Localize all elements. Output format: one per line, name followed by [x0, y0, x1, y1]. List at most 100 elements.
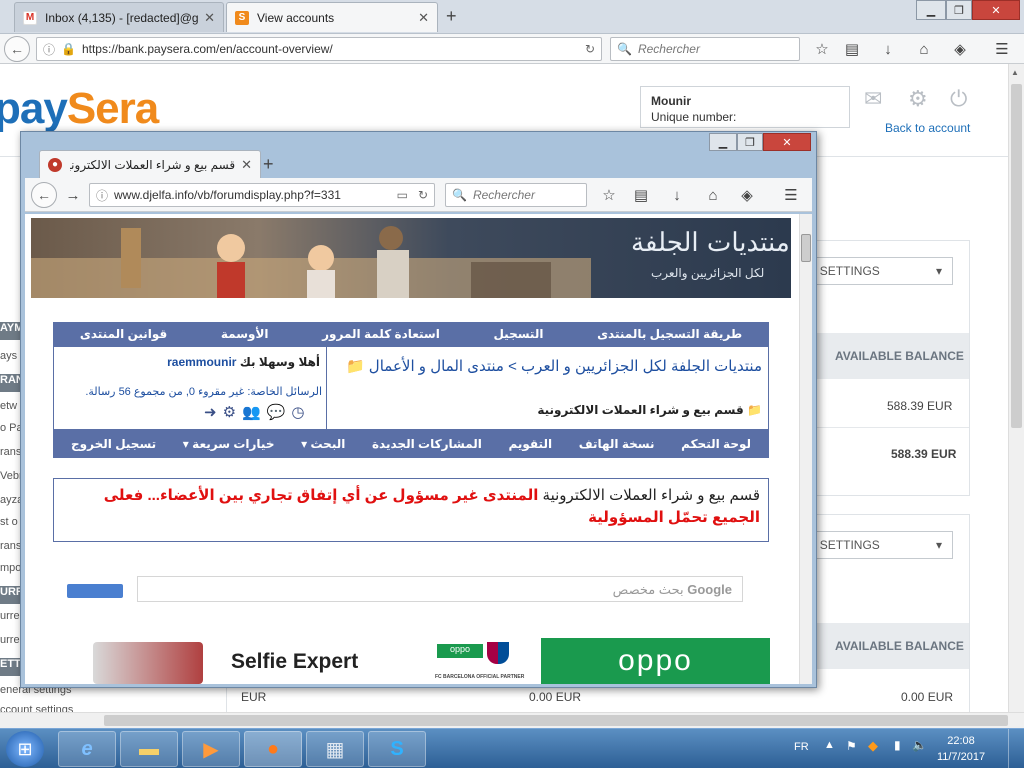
- explorer-icon[interactable]: ▬: [120, 731, 178, 767]
- network-icon[interactable]: ▮: [894, 738, 901, 752]
- nav-register[interactable]: التسجيل: [493, 327, 543, 341]
- scroll-thumb[interactable]: [801, 234, 811, 262]
- scroll-thumb[interactable]: [1011, 84, 1022, 428]
- fcb-crest-icon: [487, 642, 509, 664]
- download-icon[interactable]: ↓: [876, 37, 900, 61]
- minimize-button[interactable]: ▁: [916, 0, 946, 20]
- forum-browser-window: ▁ ❐ ✕ ● قسم بيع و شراء العملات الالكترون…: [20, 131, 817, 688]
- close-icon[interactable]: ✕: [418, 10, 429, 26]
- clock-icon[interactable]: ◷: [291, 404, 310, 421]
- sidebar-item[interactable]: rans: [0, 540, 22, 552]
- sidebar-item[interactable]: Vebr: [0, 470, 22, 482]
- breadcrumb-section[interactable]: منتدى المال و الأعمال: [369, 358, 504, 375]
- tab-gmail[interactable]: M Inbox (4,135) - [redacted]@gmai ✕: [14, 2, 224, 32]
- back-button[interactable]: ←: [31, 182, 57, 208]
- nav-logout[interactable]: تسجيل الخروج: [71, 437, 156, 451]
- skype-icon[interactable]: S: [368, 731, 426, 767]
- language-indicator[interactable]: FR: [794, 741, 809, 753]
- tray-expand-icon[interactable]: ▲: [824, 739, 835, 751]
- home-icon[interactable]: ⌂: [912, 37, 936, 61]
- forward-icon[interactable]: →: [61, 183, 85, 207]
- tab-view-accounts[interactable]: S View accounts ✕: [226, 2, 438, 32]
- nav-medals[interactable]: الأوسمة: [221, 327, 269, 341]
- breadcrumb-current: 📁 قسم بيع و شراء العملات الالكترونية: [336, 403, 762, 417]
- volume-icon[interactable]: 🔈: [912, 738, 927, 752]
- pocket-icon[interactable]: ◈: [735, 183, 759, 207]
- sidebar-item[interactable]: mpo: [0, 562, 22, 574]
- download-icon[interactable]: ↓: [665, 183, 689, 207]
- firefox-icon[interactable]: ●: [244, 731, 302, 767]
- sidebar-item[interactable]: st o: [0, 516, 22, 528]
- mail-icon[interactable]: ✉: [864, 86, 882, 112]
- pocket-icon[interactable]: ◈: [948, 37, 972, 61]
- vertical-scrollbar[interactable]: [799, 214, 812, 684]
- settings-icon[interactable]: ⚙: [223, 404, 242, 421]
- search-input[interactable]: 🔍 Rechercher: [610, 37, 800, 61]
- show-desktop-button[interactable]: [1008, 729, 1024, 769]
- close-icon[interactable]: ✕: [241, 157, 252, 173]
- bookmark-star-icon[interactable]: ☆: [810, 37, 834, 61]
- reload-icon[interactable]: ↻: [585, 42, 595, 56]
- library-icon[interactable]: ▤: [840, 37, 864, 61]
- horizontal-scrollbar[interactable]: [0, 712, 1024, 728]
- nav-registration-guide[interactable]: طريقة التسجيل بالمنتدى: [597, 327, 742, 341]
- nav-quick-options[interactable]: خيارات سريعة ▾: [183, 437, 275, 451]
- info-icon[interactable]: ⓘ: [43, 41, 55, 58]
- reader-view-icon[interactable]: ▭: [397, 188, 408, 202]
- messages-icon[interactable]: 💬: [267, 404, 292, 421]
- start-icon[interactable]: ⊞: [6, 731, 44, 767]
- flag-icon[interactable]: ⚑: [846, 739, 857, 753]
- sidebar-item[interactable]: ays: [0, 350, 22, 362]
- url-bar[interactable]: ⓘ 🔒 https://bank.paysera.com/en/account-…: [36, 37, 602, 61]
- close-icon[interactable]: ✕: [204, 10, 215, 26]
- logout-icon[interactable]: ➜: [204, 404, 223, 421]
- reload-icon[interactable]: ↻: [418, 188, 428, 202]
- nav-search[interactable]: البحث ▾: [301, 437, 345, 451]
- antivirus-icon[interactable]: ◆: [868, 738, 878, 754]
- url-bar[interactable]: ⓘ www.djelfa.info/vb/forumdisplay.php?f=…: [89, 183, 435, 207]
- nav-new-posts[interactable]: المشاركات الجديدة: [372, 437, 482, 451]
- close-window-button[interactable]: ✕: [972, 0, 1020, 20]
- private-messages[interactable]: الرسائل الخاصة: غير مقروء 0, من مجموع 56…: [60, 385, 322, 398]
- nav-control-panel[interactable]: لوحة التحكم: [681, 437, 751, 451]
- sidebar-item[interactable]: etw: [0, 400, 22, 412]
- media-icon[interactable]: ▶: [182, 731, 240, 767]
- sidebar-item[interactable]: urre: [0, 610, 22, 622]
- search-input[interactable]: 🔍 Rechercher: [445, 183, 587, 207]
- sidebar-item[interactable]: ayza: [0, 494, 22, 506]
- menu-icon[interactable]: ☰: [779, 183, 803, 207]
- info-icon[interactable]: ⓘ: [96, 187, 108, 204]
- tab-forum[interactable]: ● قسم بيع و شراء العملات الالكترونية ✕: [39, 150, 261, 178]
- google-search-button[interactable]: [67, 584, 123, 598]
- nav-mobile-version[interactable]: نسخة الهاتف: [579, 437, 655, 451]
- sidebar-item[interactable]: urre: [0, 634, 22, 646]
- paysera-logo[interactable]: paySera: [0, 84, 159, 134]
- vertical-scrollbar[interactable]: ▲: [1008, 64, 1024, 712]
- restore-button[interactable]: ❐: [946, 0, 972, 20]
- breadcrumb-site[interactable]: منتديات الجلفة لكل الجزائريين و العرب: [521, 358, 762, 375]
- home-icon[interactable]: ⌂: [701, 183, 725, 207]
- bookmark-star-icon[interactable]: ☆: [597, 183, 621, 207]
- sidebar-item[interactable]: o Pa: [0, 422, 22, 434]
- new-tab-button[interactable]: +: [263, 154, 274, 175]
- sidebar-item[interactable]: ccount settings: [0, 704, 120, 712]
- back-to-account-link[interactable]: Back to account: [885, 121, 970, 135]
- back-button[interactable]: ←: [4, 36, 30, 62]
- power-icon[interactable]: ⏻: [950, 86, 967, 112]
- sidebar-item[interactable]: rans: [0, 446, 22, 458]
- nav-forum-rules[interactable]: قوانين المنتدى: [80, 327, 167, 341]
- gear-icon[interactable]: ⚙: [908, 86, 928, 112]
- clock[interactable]: 22:08 11/7/2017: [930, 733, 992, 765]
- new-tab-button[interactable]: +: [446, 6, 457, 27]
- username-link[interactable]: raemmounir: [167, 355, 236, 369]
- menu-icon[interactable]: ☰: [990, 37, 1014, 61]
- library-icon[interactable]: ▤: [629, 183, 653, 207]
- scroll-thumb[interactable]: [104, 715, 1008, 726]
- google-custom-search-input[interactable]: Google بحث مخصص: [137, 576, 743, 602]
- forum-info-box: منتديات الجلفة لكل الجزائريين و العرب > …: [53, 346, 769, 430]
- nav-calendar[interactable]: التقويم: [508, 437, 552, 451]
- nav-recover-password[interactable]: استعادة كلمة المرور: [322, 327, 440, 341]
- add-user-icon[interactable]: 👥: [242, 404, 267, 421]
- calculator-icon[interactable]: ▦: [306, 731, 364, 767]
- ie-icon[interactable]: e: [58, 731, 116, 767]
